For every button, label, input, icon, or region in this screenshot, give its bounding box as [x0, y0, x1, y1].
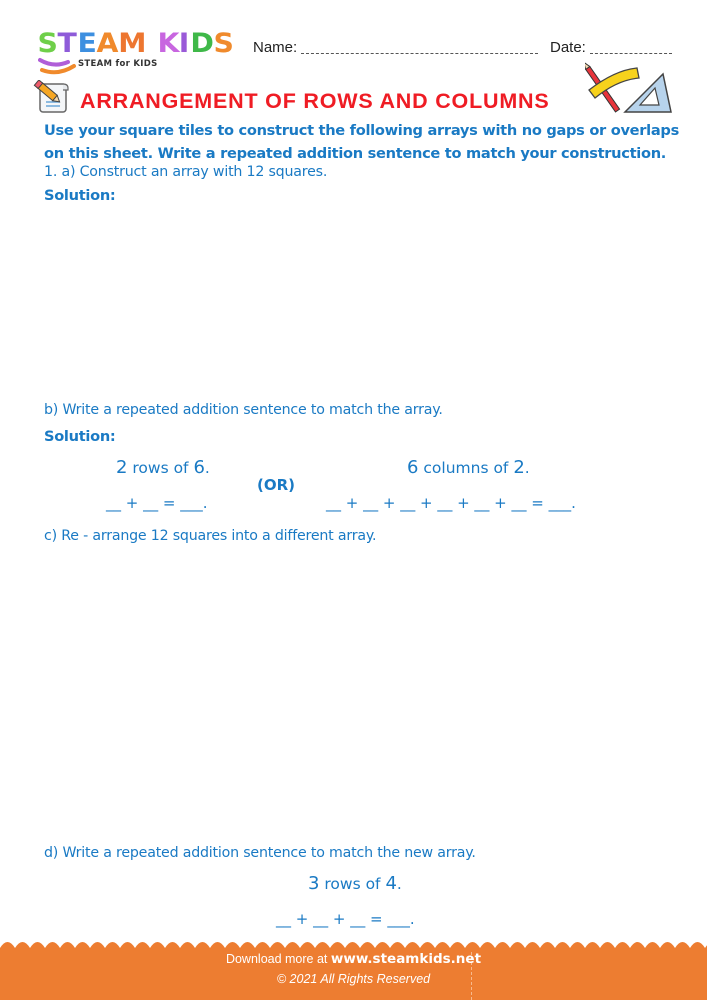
instructions: Use your square tiles to construct the f…	[44, 122, 679, 162]
columns-unit: columns of	[418, 459, 514, 477]
rows-size: 6	[193, 457, 205, 478]
columns-size: 2	[513, 457, 525, 478]
page-title: ARRANGEMENT OF ROWS AND COLUMNS	[80, 89, 550, 113]
question-a: 1. a) Construct an array with 12 squares…	[44, 164, 328, 180]
rows-statement-left: 2 rows of 6.	[116, 457, 210, 478]
date-field[interactable]	[590, 53, 672, 54]
date-label: Date:	[550, 39, 586, 56]
logo-letter: M	[118, 28, 148, 59]
new-rows-count: 3	[308, 873, 320, 894]
rows-unit: rows of	[127, 459, 194, 477]
pencil-paper-icon	[33, 79, 73, 120]
question-c: c) Re - arrange 12 squares into a differ…	[44, 528, 377, 544]
new-rows-end: .	[396, 875, 402, 893]
addition-sentence-columns[interactable]: __ + __ + __ + __ + __ + __ = ___.	[326, 494, 576, 512]
new-rows-unit: rows of	[319, 875, 386, 893]
rows-count: 2	[116, 457, 128, 478]
name-label: Name:	[253, 39, 298, 56]
ruler-pencil-setsquare-icon	[582, 60, 675, 124]
columns-count: 6	[407, 457, 419, 478]
addition-sentence-rows[interactable]: __ + __ = ___.	[106, 494, 207, 512]
solution-area-c[interactable]	[44, 555, 664, 835]
logo-tagline: STEAM for KIDS	[78, 59, 158, 69]
logo-letter: D	[189, 28, 215, 59]
logo-letter: S	[37, 28, 59, 59]
download-link[interactable]: www.steamkids.net	[331, 951, 481, 967]
logo-letter: A	[96, 28, 120, 59]
logo-letter: S	[213, 28, 235, 59]
solution-label-b: Solution:	[44, 428, 116, 445]
solution-area-a[interactable]	[44, 210, 664, 390]
steam-kids-logo: STEAM KIDS STEAM for KIDS	[37, 28, 238, 75]
logo-wordmark: STEAM KIDS	[37, 28, 238, 59]
logo-letter: I	[179, 28, 191, 59]
question-d: d) Write a repeated addition sentence to…	[44, 845, 476, 861]
solution-label-a: Solution:	[44, 187, 116, 204]
footer-download: Download more at www.steamkids.net	[0, 951, 707, 967]
download-prefix: Download more at	[225, 952, 331, 966]
columns-end: .	[524, 459, 530, 477]
logo-letter	[147, 30, 158, 58]
or-label: (OR)	[257, 476, 296, 494]
addition-sentence-new[interactable]: __ + __ + __ = ___.	[276, 910, 415, 928]
question-b: b) Write a repeated addition sentence to…	[44, 402, 443, 418]
logo-letter: K	[156, 28, 181, 59]
name-field[interactable]	[301, 53, 538, 54]
logo-letter: E	[77, 28, 98, 59]
rows-end: .	[204, 459, 210, 477]
columns-statement-right: 6 columns of 2.	[407, 457, 530, 478]
logo-letter: T	[57, 28, 79, 59]
new-rows-size: 4	[385, 873, 397, 894]
footer-copyright: © 2021 All Rights Reserved	[276, 972, 431, 986]
rows-statement-new: 3 rows of 4.	[308, 873, 402, 894]
logo-swoosh-icon	[38, 58, 76, 75]
